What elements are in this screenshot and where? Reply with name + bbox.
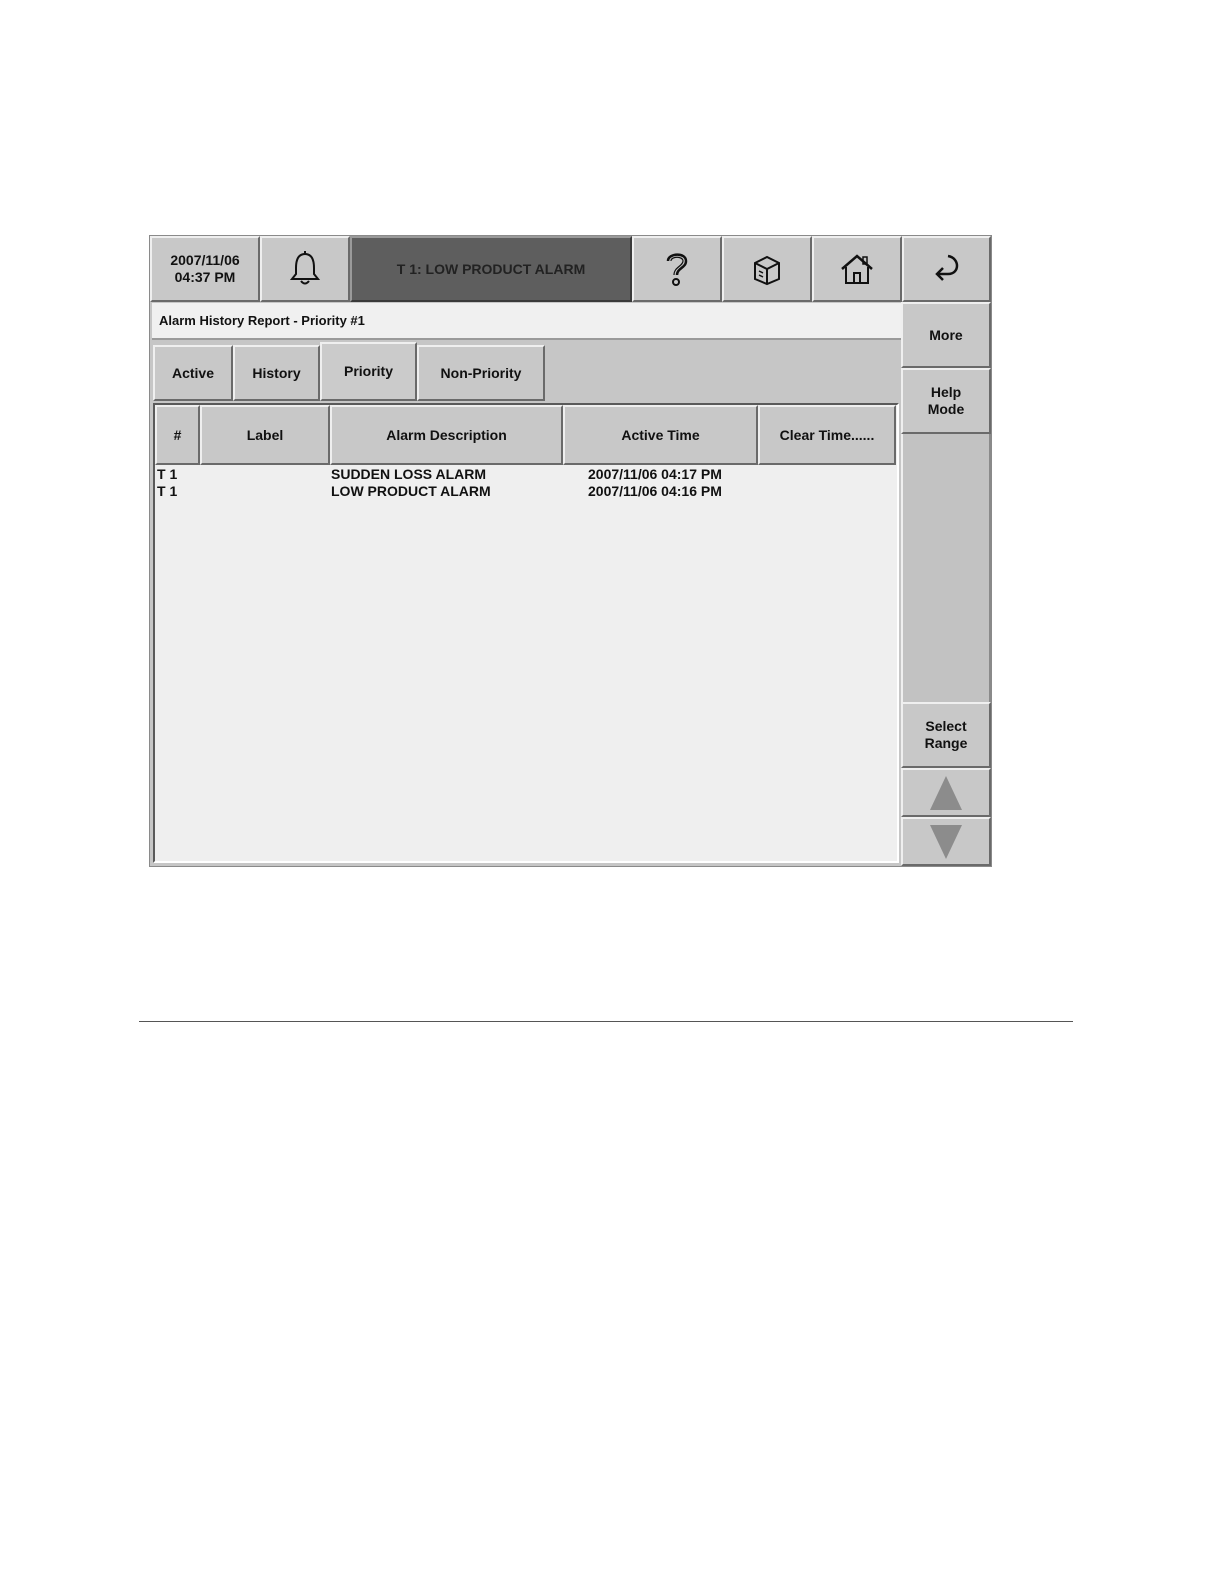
help-mode-label-1: Help [930, 384, 962, 400]
more-button[interactable]: More [901, 302, 991, 368]
column-header-label: Alarm Description [386, 426, 507, 443]
box-icon [754, 255, 780, 286]
row-description: LOW PRODUCT ALARM [331, 483, 491, 499]
column-header-label: Label [246, 426, 284, 443]
column-header-description[interactable]: Alarm Description [330, 405, 563, 465]
report-title: Alarm History Report - Priority #1 [152, 303, 901, 340]
bell-icon [289, 251, 321, 285]
tab-history[interactable]: History [233, 345, 320, 401]
row-active-time: 2007/11/06 04:16 PM [588, 483, 722, 499]
home-button[interactable] [812, 236, 902, 302]
alarm-bell-button[interactable] [260, 236, 350, 302]
tab-active[interactable]: Active [153, 345, 233, 401]
column-header-active-time[interactable]: Active Time [563, 405, 758, 465]
scroll-down-button[interactable] [901, 817, 991, 866]
tab-label: Priority [343, 363, 393, 379]
help-mode-label-2: Mode [927, 401, 965, 417]
date-text: 2007/11/06 [170, 252, 240, 268]
alarm-table: # Label Alarm Description Active Time Cl… [153, 403, 899, 863]
tab-label: History [252, 364, 301, 381]
column-header-clear-time[interactable]: Clear Time...... [758, 405, 896, 465]
column-header-label: Clear Time...... [779, 426, 875, 443]
page-divider [139, 1021, 1073, 1022]
alarm-banner-text: T 1: LOW PRODUCT ALARM [396, 261, 586, 277]
alarm-history-screen: 2007/11/06 04:37 PM T 1: LOW PRODUCT ALA… [149, 235, 992, 867]
table-row[interactable]: T 1 LOW PRODUCT ALARM 2007/11/06 04:16 P… [155, 483, 897, 500]
side-rail-empty [901, 434, 991, 702]
time-text: 04:37 PM [174, 269, 236, 285]
table-row[interactable]: T 1 SUDDEN LOSS ALARM 2007/11/06 04:17 P… [155, 466, 897, 483]
help-button[interactable] [632, 236, 722, 302]
help-icon [666, 253, 688, 286]
column-header-number[interactable]: # [155, 405, 200, 465]
tab-label: Active [171, 364, 215, 381]
row-number: T 1 [157, 483, 178, 499]
select-range-label-2: Range [924, 735, 968, 751]
home-icon [841, 254, 873, 284]
tab-priority[interactable]: Priority [320, 342, 417, 401]
arrow-up-icon [930, 775, 962, 810]
scroll-up-button[interactable] [901, 768, 991, 817]
report-title-text: Alarm History Report - Priority #1 [159, 313, 365, 328]
return-button[interactable] [902, 236, 991, 302]
column-header-label: Active Time [621, 426, 700, 443]
select-range-button[interactable]: Select Range [901, 702, 991, 768]
help-mode-button[interactable]: Help Mode [901, 368, 991, 434]
box-button[interactable] [722, 236, 812, 302]
return-icon [934, 254, 958, 281]
row-number: T 1 [157, 466, 178, 482]
tab-label: Non-Priority [440, 364, 522, 381]
more-label: More [929, 326, 963, 343]
row-active-time: 2007/11/06 04:17 PM [588, 466, 722, 482]
row-description: SUDDEN LOSS ALARM [331, 466, 487, 482]
column-header-label[interactable]: Label [200, 405, 330, 465]
datetime-display: 2007/11/06 04:37 PM [150, 236, 260, 302]
column-header-label: # [173, 426, 182, 443]
arrow-down-icon [930, 824, 962, 859]
tab-non-priority[interactable]: Non-Priority [417, 345, 545, 401]
select-range-label-1: Select [925, 718, 967, 734]
active-alarm-banner[interactable]: T 1: LOW PRODUCT ALARM [350, 236, 632, 302]
